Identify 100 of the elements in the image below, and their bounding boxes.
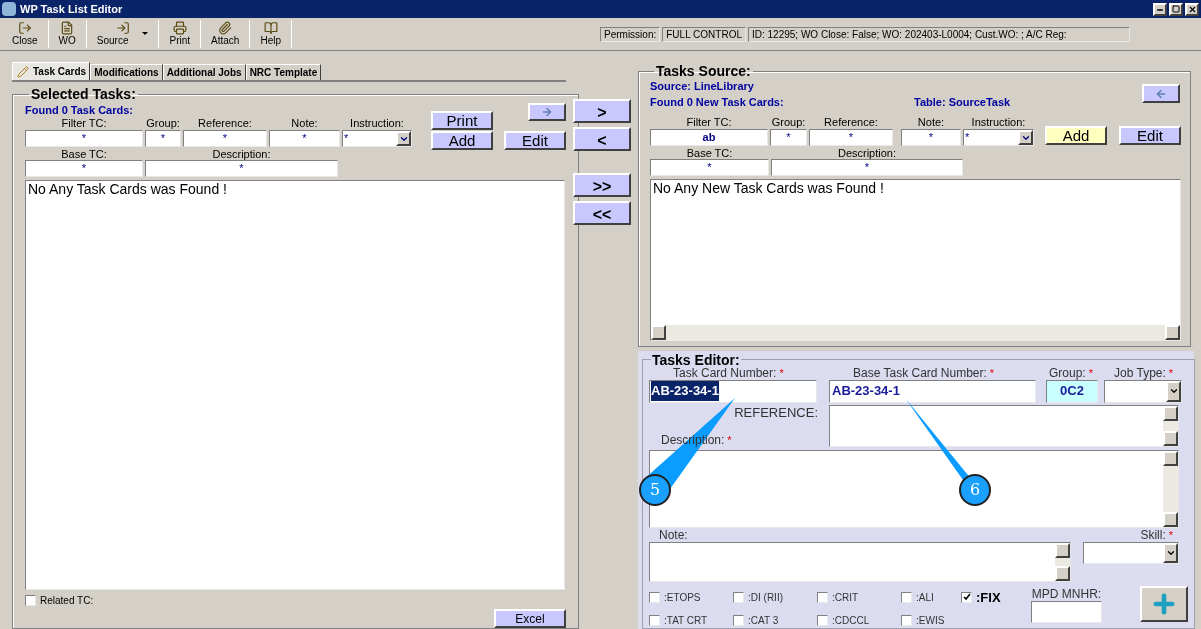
source-list[interactable]: No Any New Task Cards was Found ! — [650, 179, 1181, 341]
filter-label: Filter TC: — [686, 116, 732, 129]
found-count: Found 0 New Task Cards: — [650, 95, 785, 110]
group-title: Selected Tasks: — [30, 87, 137, 101]
job-type-select[interactable] — [1104, 379, 1182, 403]
excel-button[interactable]: Excel — [494, 609, 566, 628]
toolbar-button[interactable]: Source — [88, 19, 157, 49]
filter-field[interactable]: * — [25, 160, 143, 177]
field-label: Job Type: — [1114, 366, 1166, 380]
group-field[interactable]: 0C2 — [1046, 379, 1098, 403]
close-button[interactable] — [1185, 2, 1199, 16]
print-button[interactable]: Print — [431, 111, 493, 130]
related-checkbox[interactable] — [25, 594, 36, 606]
filter-label: Note: — [291, 117, 318, 130]
restore-icon — [1172, 5, 1180, 13]
required-mark: * — [1168, 366, 1174, 380]
filter-field[interactable]: * — [771, 159, 963, 176]
required-mark: * — [1168, 528, 1173, 542]
filter-field[interactable]: * — [901, 129, 961, 146]
flag-checkbox[interactable] — [649, 591, 660, 603]
transfer-button[interactable]: << — [573, 201, 631, 225]
filter-field[interactable]: * — [145, 160, 338, 177]
filter-label: Group: — [146, 117, 180, 130]
transfer-button[interactable]: >> — [573, 173, 631, 197]
add-task-button[interactable] — [1140, 585, 1188, 622]
flag-checkbox[interactable] — [649, 615, 660, 626]
flag-checkbox[interactable] — [817, 591, 828, 603]
filter-field[interactable]: * — [183, 130, 267, 147]
filter-label: Base TC: — [686, 147, 733, 159]
flag-checkbox[interactable] — [901, 591, 912, 603]
task-list[interactable]: No Any Task Cards was Found ! — [25, 180, 565, 590]
instruction-select[interactable]: * — [963, 129, 1034, 146]
add-button[interactable]: Add — [431, 131, 493, 150]
minimize-button[interactable] — [1153, 2, 1167, 16]
flag-checkbox[interactable] — [961, 591, 972, 603]
reference-field[interactable] — [829, 404, 1179, 447]
arrow-right-icon — [541, 106, 553, 118]
source-name: Source: LineLibrary — [650, 79, 755, 94]
arrow-left-button[interactable] — [1142, 84, 1180, 103]
filter-field[interactable]: * — [25, 130, 143, 147]
filter-field[interactable]: * — [809, 129, 893, 146]
flag-label: :CAT 3 — [748, 614, 779, 628]
toolbar-button[interactable]: Help — [252, 19, 289, 49]
toolbar-button[interactable]: Close — [4, 19, 46, 49]
scrollbar[interactable] — [1055, 542, 1070, 581]
flag-checkbox[interactable] — [733, 615, 744, 626]
filter-label: Description: — [837, 147, 897, 159]
flag-label: :EWIS — [916, 614, 945, 628]
scrollbar[interactable] — [1163, 405, 1178, 446]
edit-button[interactable]: Edit — [504, 131, 566, 150]
toolbar-button[interactable]: Print — [161, 19, 199, 49]
scrollbar[interactable] — [1163, 450, 1178, 527]
dropdown-icon — [1018, 130, 1033, 145]
flag-label: :ETOPS — [664, 590, 701, 605]
tab[interactable]: Task Cards — [12, 62, 91, 80]
enter-icon — [115, 21, 130, 35]
arrow-right-button[interactable] — [528, 103, 566, 121]
found-count: Found 0 Task Cards: — [25, 103, 134, 117]
filter-field[interactable]: * — [269, 130, 340, 147]
skill-select[interactable] — [1083, 541, 1179, 564]
base-task-card-field[interactable]: AB-23-34-1 — [829, 379, 1036, 403]
field-label: Group: — [1049, 366, 1086, 380]
filter-field[interactable]: ab — [650, 129, 768, 146]
book-icon — [263, 21, 278, 35]
required-mark: * — [727, 433, 732, 447]
edit-button[interactable]: Edit — [1119, 126, 1181, 145]
filter-field[interactable]: * — [770, 129, 807, 146]
field-label: Note: — [659, 528, 688, 542]
flag-checkbox[interactable] — [817, 615, 828, 626]
horizontal-scrollbar[interactable] — [651, 325, 1180, 340]
tab[interactable]: Modifications — [90, 64, 163, 80]
toolbar-button[interactable]: Attach — [203, 19, 248, 49]
tab[interactable]: Additional Jobs — [162, 64, 246, 80]
tab[interactable]: NRC Template — [245, 64, 322, 80]
note-field[interactable] — [649, 541, 1071, 582]
filter-field[interactable]: * — [145, 130, 181, 147]
flag-checkbox[interactable] — [901, 615, 912, 626]
restore-button[interactable] — [1169, 2, 1183, 16]
flag-label: :TAT CRT — [664, 614, 708, 628]
mpd-label: MPD MNHR: — [1031, 587, 1102, 601]
filter-field[interactable]: * — [650, 159, 769, 176]
reference-label: REFERENCE: — [734, 404, 818, 420]
instruction-select[interactable]: * — [342, 130, 412, 147]
close-icon — [1187, 4, 1197, 14]
transfer-button[interactable]: > — [573, 99, 631, 123]
description-field[interactable] — [649, 449, 1179, 528]
filter-label: Description: — [212, 148, 271, 160]
flag-label: :DI (RII) — [748, 590, 783, 605]
field-label: Task Card Number: — [673, 366, 777, 380]
mpd-field[interactable] — [1031, 600, 1102, 623]
add-button[interactable]: Add — [1045, 126, 1107, 145]
transfer-button[interactable]: < — [573, 127, 631, 151]
flag-checkbox[interactable] — [733, 591, 744, 603]
window-title: WP Task List Editor — [20, 1, 124, 17]
task-card-number-field[interactable]: AB-23-34-1 — [649, 379, 817, 403]
required-mark: * — [779, 366, 784, 380]
printer-icon — [172, 21, 187, 35]
dropdown-icon — [1168, 386, 1179, 396]
toolbar-button[interactable]: WO — [50, 19, 84, 49]
dropdown-icon — [396, 131, 411, 146]
